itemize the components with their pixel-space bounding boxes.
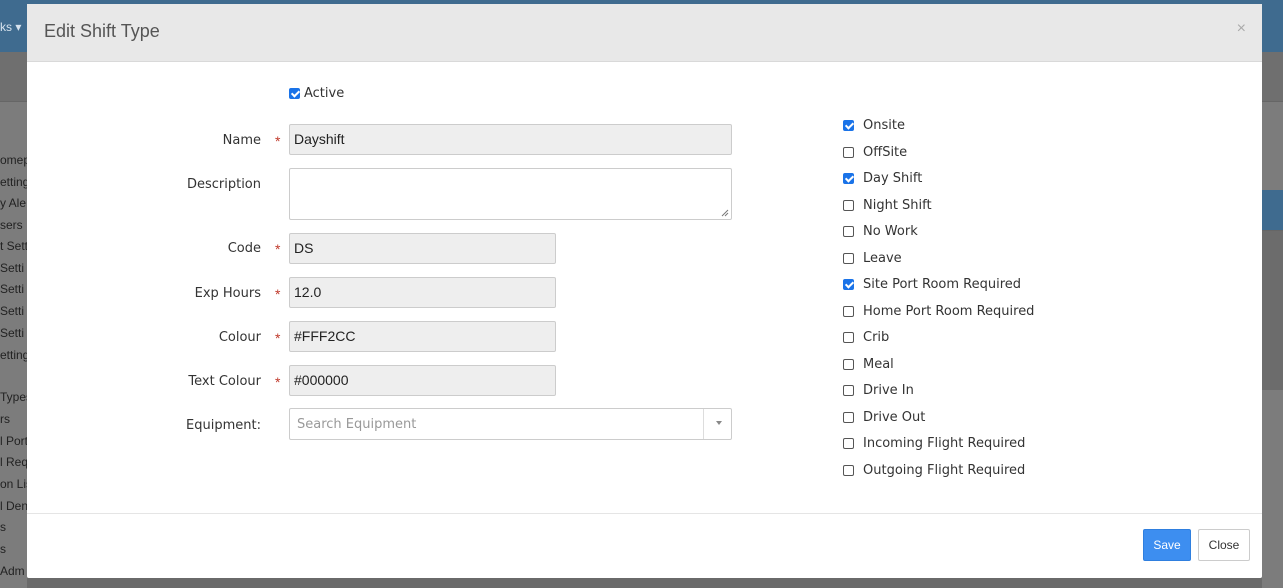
required-marker: * bbox=[275, 241, 281, 257]
select-divider bbox=[703, 409, 704, 439]
option-checkbox[interactable] bbox=[843, 412, 854, 423]
background-sidebar-item: etting bbox=[0, 175, 27, 189]
background-table-header bbox=[1262, 190, 1283, 230]
option-label: Day Shift bbox=[863, 171, 923, 186]
option-label: Drive Out bbox=[863, 410, 926, 425]
option-label: OffSite bbox=[863, 145, 908, 160]
background-sidebar-item: Setti bbox=[0, 261, 25, 275]
option-label: Outgoing Flight Required bbox=[863, 463, 1026, 478]
option-label: Drive In bbox=[863, 383, 914, 398]
option-checkbox[interactable] bbox=[843, 147, 854, 158]
background-sidebar-item: sers bbox=[0, 218, 23, 232]
close-button[interactable]: Close bbox=[1198, 529, 1250, 561]
required-marker: * bbox=[275, 330, 281, 346]
background-table-body bbox=[1262, 230, 1283, 390]
save-button[interactable]: Save bbox=[1143, 529, 1191, 561]
option-checkbox[interactable] bbox=[843, 120, 854, 131]
active-label: Active bbox=[304, 86, 345, 101]
option-checkbox[interactable] bbox=[843, 306, 854, 317]
background-sidebar-item: Types bbox=[0, 390, 27, 404]
option-checkbox[interactable] bbox=[843, 173, 854, 184]
background-menu-item: ks ▾ bbox=[0, 20, 22, 34]
option-label: Site Port Room Required bbox=[863, 277, 1022, 292]
edit-shift-type-modal: Edit Shift Type × Active Name * Dayshift… bbox=[27, 4, 1262, 578]
description-textarea[interactable] bbox=[289, 168, 732, 220]
background-sidebar-item: l Requ bbox=[0, 455, 27, 469]
option-label: No Work bbox=[863, 224, 918, 239]
background-sidebar-item: s bbox=[0, 542, 6, 556]
option-checkbox[interactable] bbox=[843, 359, 854, 370]
option-label: Night Shift bbox=[863, 198, 932, 213]
option-checkbox[interactable] bbox=[843, 279, 854, 290]
required-marker: * bbox=[275, 133, 281, 149]
modal-header: Edit Shift Type × bbox=[27, 4, 1262, 62]
option-checkbox[interactable] bbox=[843, 465, 854, 476]
background-sidebar-item: on Lis bbox=[0, 477, 27, 491]
modal-body: Active Name * Dayshift Description Code … bbox=[27, 62, 1262, 514]
exp-hours-label: Exp Hours bbox=[194, 286, 261, 301]
name-label: Name bbox=[222, 133, 261, 148]
description-label: Description bbox=[186, 177, 261, 192]
background-sidebar-item: rs bbox=[0, 412, 10, 426]
option-label: Home Port Room Required bbox=[863, 304, 1035, 319]
active-checkbox[interactable] bbox=[289, 88, 300, 99]
text-colour-input[interactable]: #000000 bbox=[289, 365, 556, 396]
background-sidebar: omep etting y Ale sers t Sett Setti Setti Setti… bbox=[0, 130, 27, 588]
chevron-down-icon[interactable] bbox=[716, 421, 722, 425]
background-sidebar-item: l Port bbox=[0, 434, 27, 448]
background-sidebar-item: Setti bbox=[0, 282, 25, 296]
background-sidebar-item: etting bbox=[0, 348, 27, 362]
option-checkbox[interactable] bbox=[843, 200, 854, 211]
background-sidebar-item: Adm bbox=[0, 564, 25, 578]
background-sidebar-item: l Den bbox=[0, 499, 27, 513]
background-footer-row bbox=[27, 578, 1262, 588]
option-label: Leave bbox=[863, 251, 902, 266]
option-checkbox[interactable] bbox=[843, 332, 854, 343]
colour-label: Colour bbox=[218, 330, 261, 345]
background-sidebar-item: omep bbox=[0, 153, 27, 167]
modal-title: Edit Shift Type bbox=[44, 21, 160, 41]
code-label: Code bbox=[227, 241, 261, 256]
background-sidebar-item: t Sett bbox=[0, 239, 27, 253]
background-sidebar-item: Setti bbox=[0, 326, 25, 340]
option-label: Meal bbox=[863, 357, 894, 372]
equipment-label: Equipment: bbox=[186, 418, 261, 433]
modal-footer: Save Close bbox=[27, 514, 1262, 578]
close-icon[interactable]: × bbox=[1237, 20, 1246, 38]
code-input[interactable]: DS bbox=[289, 233, 556, 264]
option-checkbox[interactable] bbox=[843, 438, 854, 449]
required-marker: * bbox=[275, 374, 281, 390]
resize-handle-icon[interactable] bbox=[721, 209, 729, 217]
option-checkbox[interactable] bbox=[843, 385, 854, 396]
option-checkbox[interactable] bbox=[843, 253, 854, 264]
equipment-placeholder: Search Equipment bbox=[297, 417, 417, 432]
colour-input[interactable]: #FFF2CC bbox=[289, 321, 556, 352]
exp-hours-input[interactable]: 12.0 bbox=[289, 277, 556, 308]
background-sidebar-item: y Ale bbox=[0, 196, 27, 210]
required-marker: * bbox=[275, 286, 281, 302]
option-label: Incoming Flight Required bbox=[863, 436, 1026, 451]
option-checkbox[interactable] bbox=[843, 226, 854, 237]
name-input[interactable]: Dayshift bbox=[289, 124, 732, 155]
option-label: Crib bbox=[863, 330, 890, 345]
background-sidebar-item: Setti bbox=[0, 304, 25, 318]
option-label: Onsite bbox=[863, 118, 905, 133]
equipment-select[interactable]: Search Equipment bbox=[289, 408, 732, 440]
text-colour-label: Text Colour bbox=[188, 374, 261, 389]
background-sidebar-item: s bbox=[0, 520, 6, 534]
